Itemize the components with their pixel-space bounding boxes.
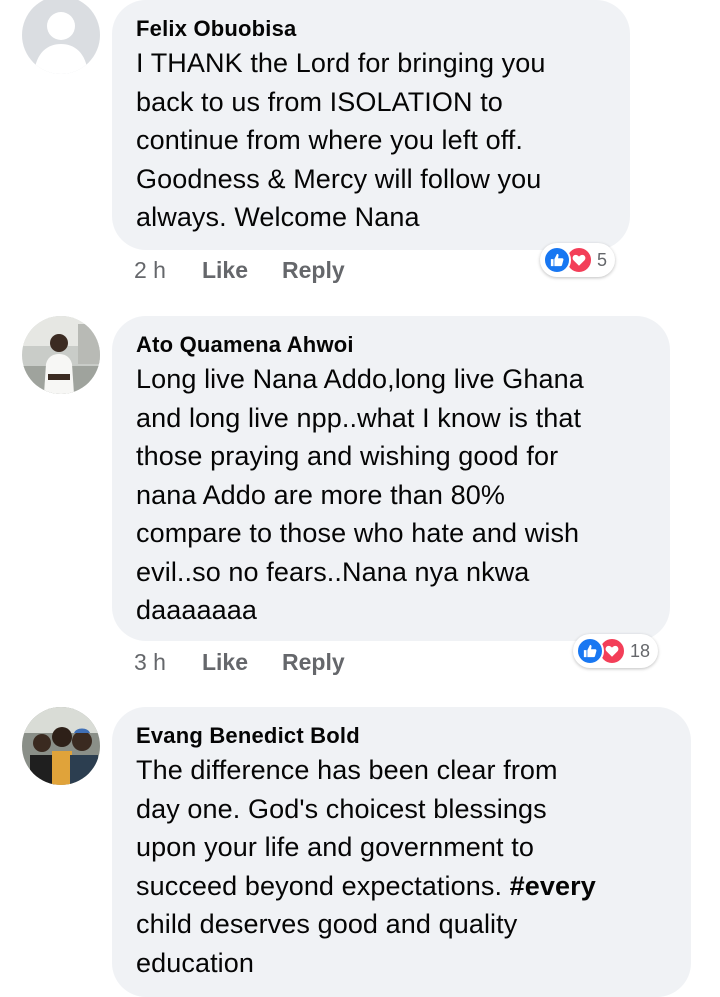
avatar[interactable] [22, 0, 100, 74]
profile-photo [22, 316, 100, 394]
profile-photo [22, 707, 100, 785]
like-reaction-icon [576, 637, 604, 665]
comment-author[interactable]: Evang Benedict Bold [136, 721, 667, 751]
like-reaction-icon [543, 246, 571, 274]
comment-text: I THANK the Lord for bringing you back t… [136, 48, 546, 232]
comment-text-start: The difference has been clear from day o… [136, 755, 558, 901]
comment-bubble: Felix Obuobisa I THANK the Lord for brin… [112, 0, 630, 250]
reaction-count: 5 [597, 249, 608, 270]
hashtag-link[interactable]: #every [510, 871, 596, 901]
comment-actions: 3 h Like Reply [134, 649, 345, 676]
comment-bubble: Evang Benedict Bold The difference has b… [112, 707, 691, 997]
comment-text: Long live Nana Addo,long live Ghana and … [136, 364, 584, 625]
comment-bubble: Ato Quamena Ahwoi Long live Nana Addo,lo… [112, 316, 670, 641]
reaction-summary[interactable]: 5 [540, 243, 616, 277]
comment-author[interactable]: Ato Quamena Ahwoi [136, 330, 646, 360]
comment-text: The difference has been clear from day o… [136, 751, 667, 982]
comment-author[interactable]: Felix Obuobisa [136, 14, 606, 44]
comment-time[interactable]: 2 h [134, 257, 166, 284]
comment-time[interactable]: 3 h [134, 649, 166, 676]
reaction-count: 18 [630, 640, 651, 661]
reaction-summary[interactable]: 18 [573, 634, 659, 668]
avatar[interactable] [22, 707, 100, 785]
like-button[interactable]: Like [202, 649, 248, 676]
default-avatar-icon [22, 0, 100, 74]
reply-button[interactable]: Reply [282, 649, 345, 676]
comment-actions: 2 h Like Reply [134, 257, 345, 284]
reply-button[interactable]: Reply [282, 257, 345, 284]
like-button[interactable]: Like [202, 257, 248, 284]
comment-text-end: child deserves good and quality educatio… [136, 909, 518, 978]
avatar[interactable] [22, 316, 100, 394]
